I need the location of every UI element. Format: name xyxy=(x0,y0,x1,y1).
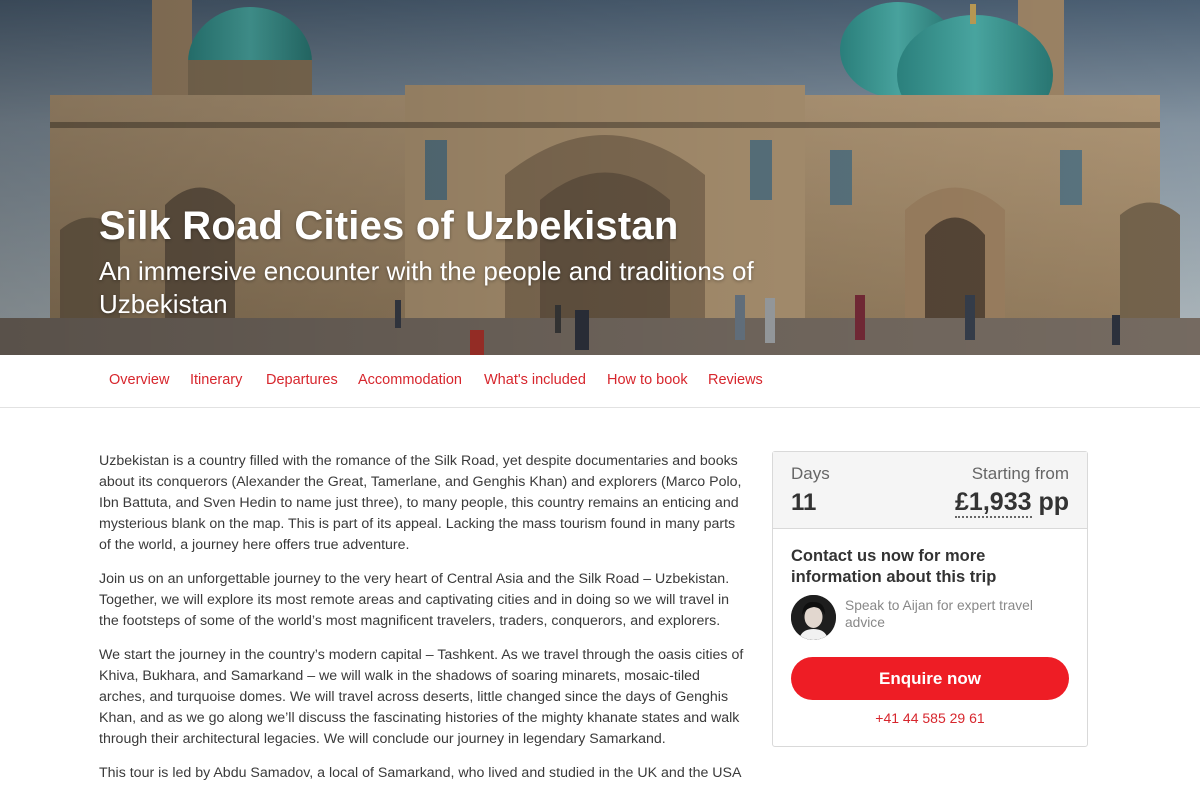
paragraph: This tour is led by Abdu Samadov, a loca… xyxy=(99,765,742,781)
nav-overview[interactable]: Overview xyxy=(109,372,169,388)
section-nav: Overview Itinerary Departures Accommodat… xyxy=(0,355,1200,408)
booking-card: Days 11 Starting from £1,933 pp Contact … xyxy=(772,451,1088,747)
paragraph: Uzbekistan is a country filled with the … xyxy=(99,453,742,553)
avatar xyxy=(791,595,836,640)
page-subtitle: An immersive encounter with the people a… xyxy=(99,256,754,319)
trip-summary: Days 11 Starting from £1,933 pp xyxy=(773,452,1087,529)
days-label: Days xyxy=(791,464,830,483)
nav-departures[interactable]: Departures xyxy=(266,372,338,388)
hero-banner: Silk Road Cities of Uzbekistan An immers… xyxy=(0,0,1200,355)
phone-link[interactable]: +41 44 585 29 61 xyxy=(773,710,1087,726)
nav-accommodation[interactable]: Accommodation xyxy=(358,372,462,388)
days-value: 11 xyxy=(791,489,817,516)
overview-text: Uzbekistan is a country filled with the … xyxy=(99,451,749,788)
starting-from-label: Starting from xyxy=(971,464,1069,483)
price-amount[interactable]: £1,933 xyxy=(955,488,1032,518)
contact-heading: Contact us now for more information abou… xyxy=(791,547,997,586)
nav-how-to-book[interactable]: How to book xyxy=(607,372,688,388)
advisor-text: Speak to Aijan for expert travel advice xyxy=(845,598,1033,630)
price-suffix: pp xyxy=(1038,488,1069,516)
paragraph: We start the journey in the country’s mo… xyxy=(99,647,744,747)
price: £1,933 pp xyxy=(955,488,1069,518)
nav-itinerary[interactable]: Itinerary xyxy=(190,372,242,388)
nav-reviews[interactable]: Reviews xyxy=(708,372,763,388)
enquire-now-button[interactable]: Enquire now xyxy=(791,657,1069,700)
nav-whats-included[interactable]: What's included xyxy=(484,372,586,388)
paragraph: Join us on an unforgettable journey to t… xyxy=(99,571,730,629)
page-title: Silk Road Cities of Uzbekistan xyxy=(99,204,679,248)
